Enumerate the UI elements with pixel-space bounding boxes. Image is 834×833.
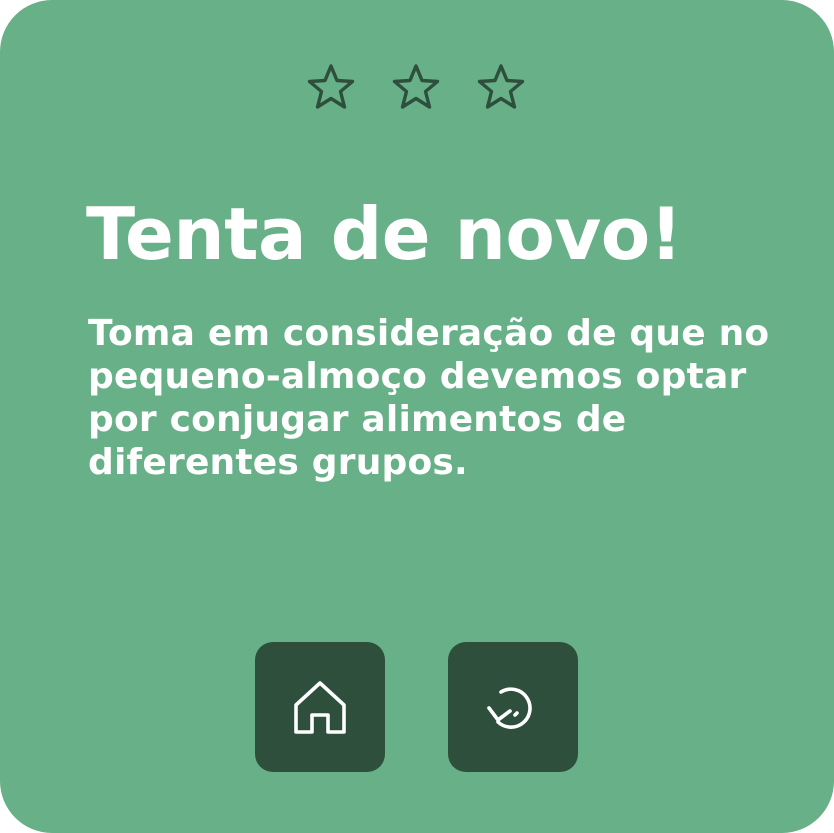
star-rating: [0, 62, 834, 116]
home-icon: [288, 675, 352, 739]
retry-icon: [481, 675, 545, 739]
result-message: Toma em consideração de que no pequeno-a…: [88, 313, 770, 483]
star-icon: [390, 62, 442, 114]
star-icon: [475, 62, 527, 114]
retry-button[interactable]: [448, 642, 578, 772]
home-button[interactable]: [255, 642, 385, 772]
result-title: Tenta de novo!: [86, 192, 683, 276]
star-icon: [305, 62, 357, 114]
result-card: Tenta de novo! Toma em consideração de q…: [0, 0, 834, 833]
